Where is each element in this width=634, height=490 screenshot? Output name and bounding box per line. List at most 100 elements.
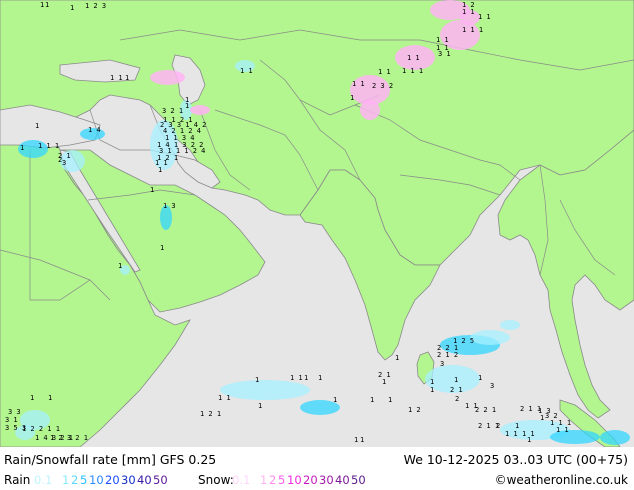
rain-intensity-label: 1 2 2 1 1 — [22, 425, 60, 433]
rain-intensity-label: 2 2 1 — [475, 406, 496, 414]
rain-intensity-label: 1 — [454, 376, 458, 384]
rain-intensity-label: 2 1 — [58, 152, 71, 160]
snow-scale-5: 20 — [303, 473, 318, 487]
rain-intensity-label: 1 1 — [218, 394, 231, 402]
snow-intensity-label: 3 1 — [438, 50, 451, 58]
rain-intensity-label: 1 — [430, 386, 434, 394]
rain-intensity-label: 1 — [30, 394, 34, 402]
rain-intensity-label: 1 — [430, 378, 434, 386]
rain-intensity-label: 1 — [160, 244, 164, 252]
snow-intensity-label: 1 — [185, 102, 189, 110]
precipitation-map[interactable]: 1111 2 31231 111 41 1 12 1111 3111 13 2 … — [0, 0, 634, 447]
rain-intensity-label: 1 — [158, 166, 162, 174]
rain-intensity-label: 1 — [395, 354, 399, 362]
rain-intensity-label: 1 — [150, 186, 154, 194]
rain-area — [500, 320, 520, 330]
rain-intensity-label: 1 — [527, 436, 531, 444]
snow-intensity-label: 1 1 — [352, 80, 365, 88]
rain-intensity-label: 1 — [318, 374, 322, 382]
rain-intensity-label: 1 2 — [408, 406, 421, 414]
snow-intensity-label: 1 — [350, 94, 354, 102]
rain-intensity-label: 1 2 1 — [200, 410, 221, 418]
credit-link[interactable]: ©weatheronline.co.uk — [495, 473, 628, 487]
rain-scale-5: 20 — [105, 473, 120, 487]
snow-scale-2: 2 — [269, 473, 277, 487]
rain-intensity-label: 1 1 1 — [38, 142, 59, 150]
rain-intensity-label: 2 1 2 — [437, 351, 458, 359]
rain-scale-0: 0.1 — [34, 473, 53, 487]
rain-scale-8: 50 — [153, 473, 168, 487]
rain-legend-label: Rain — [4, 473, 31, 487]
snow-scale-1: 1 — [260, 473, 268, 487]
snow-intensity-label: 1 1 1 — [402, 67, 423, 75]
rain-scale-4: 10 — [89, 473, 104, 487]
rain-area — [600, 430, 630, 445]
rain-intensity-label: 2 1 1 — [478, 422, 499, 430]
rain-intensity-label: 1 3 — [163, 202, 176, 210]
rain-intensity-label: 1 — [540, 414, 544, 422]
rain-intensity-label: 1 — [125, 74, 129, 82]
rain-scale-3: 5 — [80, 473, 88, 487]
snow-legend-label: Snow: — [198, 473, 234, 487]
rain-intensity-label: 3 — [490, 382, 494, 390]
snow-area — [360, 100, 380, 120]
rain-intensity-label: 1 2 3 — [85, 2, 106, 10]
rain-intensity-label: 1 1 — [110, 74, 123, 82]
snow-area — [190, 105, 210, 115]
rain-intensity-label: 1 1 — [556, 426, 569, 434]
rain-intensity-label: 1 — [118, 262, 122, 270]
rain-intensity-label: 1 — [478, 374, 482, 382]
rain-scale-7: 40 — [137, 473, 152, 487]
snow-scale-6: 30 — [319, 473, 334, 487]
rain-intensity-label: 1 — [255, 376, 259, 384]
snow-scale-7: 40 — [335, 473, 350, 487]
map-title: Rain/Snowfall rate [mm] GFS 0.25 — [4, 452, 217, 467]
rain-scale-2: 2 — [71, 473, 79, 487]
rain-intensity-label: 3 — [62, 159, 66, 167]
rain-intensity-label: 1 — [48, 394, 52, 402]
rain-intensity-label: 3 — [440, 360, 444, 368]
rain-intensity-label: 1 — [45, 1, 49, 9]
rain-intensity-label: 1 — [382, 378, 386, 386]
rain-intensity-label: 1 1 — [290, 374, 303, 382]
snow-scale-8: 50 — [351, 473, 366, 487]
rain-intensity-label: 3 2 1 — [162, 107, 183, 115]
snow-intensity-label: 1 1 — [436, 36, 449, 44]
snow-intensity-label: 1 1 — [478, 13, 491, 21]
rain-intensity-label: 1 — [370, 396, 374, 404]
map-footer: Rain/Snowfall rate [mm] GFS 0.25 We 10-1… — [0, 447, 634, 490]
map-canvas: 1111 2 312 31 1 11 41 1 12 1111 3111 13 2 … — [0, 0, 634, 447]
rain-intensity-label: 1 — [388, 396, 392, 404]
rain-intensity-label: 3 1 — [5, 416, 18, 424]
rain-intensity-label: 2 1 — [450, 386, 463, 394]
snow-area — [150, 70, 185, 85]
snow-intensity-label: 1 1 1 — [462, 26, 483, 34]
rain-intensity-label: 2 — [455, 395, 459, 403]
rain-intensity-label: 1 — [515, 422, 519, 430]
rain-intensity-label: 1 — [354, 436, 358, 444]
rain-scale-6: 30 — [121, 473, 136, 487]
snow-intensity-label: 1 1 — [462, 8, 475, 16]
rain-intensity-label: 1 — [70, 4, 74, 12]
snow-scale-4: 10 — [287, 473, 302, 487]
rain-intensity-label: 1 — [35, 122, 39, 130]
snow-scale-0: 0.1 — [232, 473, 251, 487]
rain-area — [470, 330, 510, 345]
rain-intensity-label: 1 1 — [240, 67, 253, 75]
forecast-datetime: We 10-12-2025 03..03 UTC (00+75) — [403, 452, 628, 467]
snow-intensity-label: 2 3 2 — [372, 82, 393, 90]
snow-scale-3: 5 — [278, 473, 286, 487]
rain-area — [220, 380, 310, 400]
snow-intensity-label: 1 1 — [378, 68, 391, 76]
rain-intensity-label: 1 — [360, 436, 364, 444]
rain-intensity-label: 1 — [304, 374, 308, 382]
rain-intensity-label: 1 2 3 2 1 — [50, 434, 88, 442]
rain-intensity-label: 1 — [333, 396, 337, 404]
rain-intensity-label: 1 — [40, 1, 44, 9]
rain-intensity-label: 1 — [20, 144, 24, 152]
rain-scale-1: 1 — [62, 473, 70, 487]
rain-intensity-label: 1 4 — [88, 126, 101, 134]
rain-intensity-label: 1 1 — [505, 430, 518, 438]
rain-intensity-label: 3 3 — [8, 408, 21, 416]
snow-intensity-label: 1 1 — [407, 54, 420, 62]
